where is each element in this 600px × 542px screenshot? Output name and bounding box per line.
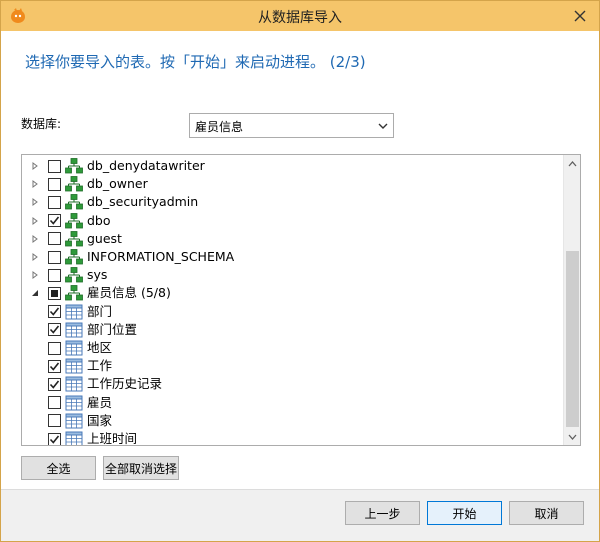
checkbox[interactable]	[48, 377, 61, 391]
table-icon	[65, 395, 83, 411]
checkbox[interactable]	[48, 414, 61, 428]
table-icon	[65, 431, 83, 445]
tree-schema-row[interactable]: guest	[30, 230, 570, 248]
database-label: 数据库:	[21, 117, 62, 131]
tree-table-row[interactable]: 工作历史记录	[48, 375, 580, 393]
tree-schema-row[interactable]: 雇员信息 (5/8)	[30, 284, 570, 302]
database-select[interactable]: 雇员信息	[189, 113, 394, 138]
checkbox[interactable]	[48, 359, 61, 373]
database-select-value: 雇员信息	[195, 120, 244, 134]
tree-item-label: db_securityadmin	[87, 194, 199, 210]
checkbox[interactable]	[48, 177, 61, 191]
tree-schema-row[interactable]: db_owner	[30, 175, 570, 193]
schema-icon	[65, 285, 83, 301]
tree-item-label: 雇员	[87, 394, 113, 410]
tree-table-row[interactable]: 雇员	[48, 394, 580, 412]
collapsed-triangle-icon[interactable]	[30, 161, 40, 171]
tree-table-row[interactable]: 上班时间	[48, 430, 580, 446]
tree-table-row[interactable]: 部门	[48, 303, 580, 321]
title-bar[interactable]: 从数据库导入	[1, 1, 599, 31]
tree-schema-row[interactable]: dbo	[30, 212, 570, 230]
tree-item-label: dbo	[87, 212, 111, 228]
checkbox[interactable]	[48, 305, 61, 319]
dialog-content: 选择你要导入的表。按「开始」来启动进程。 (2/3) 数据库: 雇员信息 db_…	[1, 31, 599, 489]
tree-table-row[interactable]: 地区	[48, 339, 580, 357]
schema-icon	[65, 267, 83, 283]
table-icon	[65, 358, 83, 374]
table-icon	[65, 413, 83, 429]
tree-table-row[interactable]: 国家	[48, 412, 580, 430]
checkbox[interactable]	[48, 195, 61, 209]
tree-item-label: 工作	[87, 358, 113, 374]
schema-icon	[65, 249, 83, 265]
schema-icon	[65, 230, 83, 247]
tree-table-row[interactable]: 部门位置	[48, 321, 580, 339]
tree-item-label: 工作历史记录	[87, 376, 163, 392]
tree-item-label: guest	[87, 230, 122, 246]
tree-item-label: 雇员信息 (5/8)	[87, 285, 171, 301]
expanded-triangle-icon[interactable]	[30, 288, 40, 298]
checkbox[interactable]	[48, 159, 61, 173]
checkbox[interactable]	[48, 432, 61, 445]
schema-icon	[65, 212, 83, 229]
checkbox[interactable]	[48, 214, 61, 228]
tree-table-row[interactable]: 工作	[48, 357, 580, 375]
table-icon	[65, 340, 83, 356]
checkbox[interactable]	[48, 396, 61, 410]
footer-divider	[1, 489, 599, 490]
chevron-down-icon	[377, 120, 389, 132]
cancel-button[interactable]: 取消	[509, 501, 584, 525]
collapsed-triangle-icon[interactable]	[30, 216, 40, 226]
tree-item-label: INFORMATION_SCHEMA	[87, 249, 235, 264]
instruction-text: 选择你要导入的表。按「开始」来启动进程。 (2/3)	[25, 53, 366, 71]
dialog-window: 从数据库导入 选择你要导入的表。按「开始」来启动进程。 (2/3) 数据库: 雇…	[0, 0, 600, 542]
table-icon	[65, 304, 83, 320]
table-icon	[65, 322, 83, 338]
tree-item-label: 地区	[87, 340, 113, 355]
tree-item-label: db_owner	[87, 176, 148, 192]
schema-icon	[65, 158, 83, 174]
tree-schema-row[interactable]: db_denydatawriter	[30, 157, 570, 175]
start-button[interactable]: 开始	[427, 501, 502, 525]
select-all-button[interactable]: 全选	[21, 456, 96, 480]
table-icon	[65, 376, 83, 392]
schema-icon	[65, 194, 83, 210]
close-icon[interactable]	[569, 5, 591, 27]
collapsed-triangle-icon[interactable]	[30, 270, 40, 280]
collapsed-triangle-icon[interactable]	[30, 252, 40, 262]
table-tree[interactable]: db_denydatawriter db_owner db_securityadmi…	[21, 154, 581, 446]
collapsed-triangle-icon[interactable]	[30, 234, 40, 244]
deselect-all-button[interactable]: 全部取消选择	[103, 456, 179, 480]
tree-schema-row[interactable]: db_securityadmin	[30, 193, 570, 211]
tree-item-label: sys	[87, 267, 108, 283]
tree-item-label: 国家	[87, 412, 113, 428]
tree-schema-row[interactable]: INFORMATION_SCHEMA	[30, 248, 570, 266]
checkbox[interactable]	[48, 250, 61, 264]
checkbox[interactable]	[48, 286, 61, 300]
collapsed-triangle-icon[interactable]	[30, 197, 40, 207]
checkbox[interactable]	[48, 268, 61, 282]
collapsed-triangle-icon[interactable]	[30, 179, 40, 189]
tree-item-label: 上班时间	[87, 431, 138, 446]
checkbox[interactable]	[48, 323, 61, 337]
tree-item-label: 部门	[87, 303, 113, 319]
checkbox[interactable]	[48, 341, 61, 355]
tree-item-label: db_denydatawriter	[87, 158, 205, 173]
tree-item-label: 部门位置	[87, 321, 138, 337]
window-title: 从数据库导入	[258, 10, 342, 26]
checkbox[interactable]	[48, 232, 61, 246]
tree-schema-row[interactable]: sys	[30, 266, 570, 284]
schema-icon	[65, 176, 83, 192]
back-button[interactable]: 上一步	[345, 501, 420, 525]
